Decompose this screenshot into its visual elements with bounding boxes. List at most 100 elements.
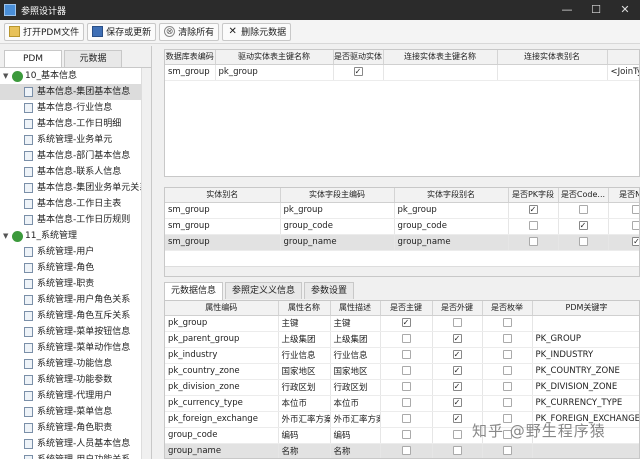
is-primary-key-checkbox[interactable] <box>401 366 411 375</box>
is-code-checkbox[interactable] <box>578 205 588 214</box>
tree-item[interactable]: 系统管理-功能信息 <box>0 356 151 372</box>
is-primary-key-checkbox[interactable] <box>401 334 411 343</box>
is-name-checkbox[interactable] <box>632 205 639 214</box>
column-header[interactable]: 属性编码 <box>165 301 279 316</box>
table-row[interactable]: group_name 名称 名称 <box>165 443 639 458</box>
maximize-button[interactable]: ☐ <box>582 0 610 20</box>
column-header[interactable]: 是否驱动实体 <box>333 50 384 65</box>
tree-item[interactable]: 系统管理-代理用户 <box>0 388 151 404</box>
tree-item[interactable]: 系统管理-用户功能关系 <box>0 452 151 459</box>
column-header[interactable]: 是否主键 <box>380 301 433 316</box>
is-name-checkbox[interactable] <box>632 221 639 230</box>
tree-scrollbar[interactable] <box>141 68 151 459</box>
tree-item[interactable]: 基本信息-工作日明细 <box>0 116 151 132</box>
field-table-hscroll[interactable] <box>165 266 639 276</box>
tab-metadata[interactable]: 元数据 <box>64 50 122 67</box>
tree-item[interactable]: 基本信息-集团业务单元关系 <box>0 180 151 196</box>
tree-item[interactable]: 基本信息-工作日历规则 <box>0 212 151 228</box>
tree-item[interactable]: 基本信息-行业信息 <box>0 100 151 116</box>
is-enum-checkbox[interactable] <box>502 446 512 455</box>
is-pk-checkbox[interactable] <box>528 221 538 230</box>
tree-item[interactable]: 系统管理-职责 <box>0 276 151 292</box>
is-foreign-key-checkbox[interactable]: ✓ <box>452 398 462 407</box>
is-enum-checkbox[interactable] <box>502 334 512 343</box>
column-header[interactable]: 实体字段主编码 <box>280 188 395 203</box>
is-enum-checkbox[interactable] <box>502 398 512 407</box>
tab-metadata-info[interactable]: 元数据信息 <box>164 282 224 300</box>
tree-item[interactable]: 基本信息-联系人信息 <box>0 164 151 180</box>
save-update-button[interactable]: 保存或更新 <box>87 22 157 41</box>
is-primary-key-checkbox[interactable] <box>401 382 411 391</box>
is-enum-checkbox[interactable] <box>502 350 512 359</box>
column-header[interactable]: 实体字段别名 <box>394 188 509 203</box>
tab-pdm[interactable]: PDM <box>4 50 62 67</box>
is-enum-checkbox[interactable] <box>502 366 512 375</box>
is-pk-checkbox[interactable]: ✓ <box>528 205 538 214</box>
close-button[interactable]: ✕ <box>611 0 639 20</box>
is-foreign-key-checkbox[interactable]: ✓ <box>452 350 462 359</box>
is-foreign-key-checkbox[interactable]: ✓ <box>452 334 462 343</box>
column-header[interactable]: 连 <box>607 50 639 65</box>
tree-item[interactable]: 系统管理-用户角色关系 <box>0 292 151 308</box>
is-foreign-key-checkbox[interactable] <box>452 318 462 327</box>
is-primary-key-checkbox[interactable] <box>401 398 411 407</box>
tree-item[interactable]: 系统管理-菜单动作信息 <box>0 340 151 356</box>
table-row[interactable]: pk_country_zone 国家地区 国家地区 ✓ PK_COUNTRY_ZONE <box>165 363 639 380</box>
column-header[interactable]: 是否Nam <box>608 188 639 203</box>
table-row[interactable]: sm_group group_name group_name ✓ <box>165 234 639 251</box>
table-row[interactable]: sm_grouppk_group ✓ <JoinTyp <box>165 64 639 81</box>
is-primary-key-checkbox[interactable] <box>401 350 411 359</box>
is-enum-checkbox[interactable] <box>502 382 512 391</box>
tree-item[interactable]: 基本信息-部门基本信息 <box>0 148 151 164</box>
column-header[interactable]: PDM关键字 <box>532 301 639 316</box>
tree-item[interactable]: 基本信息-工作日主表 <box>0 196 151 212</box>
is-primary-key-checkbox[interactable] <box>401 414 411 423</box>
open-pdm-button[interactable]: 打开PDM文件 <box>4 22 85 41</box>
table-row[interactable]: pk_currency_type 本位币 本位币 ✓ PK_CURRENCY_TYPE <box>165 395 639 412</box>
is-pk-checkbox[interactable] <box>528 237 538 246</box>
is-enum-checkbox[interactable] <box>502 318 512 327</box>
column-header[interactable]: 实体别名 <box>165 188 281 203</box>
column-header[interactable]: 连接实体表别名 <box>497 50 608 65</box>
table-row[interactable]: sm_group group_code group_code ✓ <box>165 218 639 235</box>
tree-item[interactable]: 基本信息-集团基本信息 <box>0 84 151 100</box>
tree-item[interactable]: 系统管理-角色互斥关系 <box>0 308 151 324</box>
is-primary-key-checkbox[interactable] <box>401 430 411 439</box>
expand-toggle-icon[interactable]: ▼ <box>3 228 12 244</box>
column-header[interactable]: 连接实体表主键名称 <box>383 50 498 65</box>
is-driver-checkbox[interactable]: ✓ <box>353 67 363 76</box>
tree-item[interactable]: 系统管理-角色 <box>0 260 151 276</box>
tree-item[interactable]: 系统管理-人员基本信息 <box>0 436 151 452</box>
column-header[interactable]: 是否Code... <box>558 188 609 203</box>
tree-item[interactable]: 系统管理-用户 <box>0 244 151 260</box>
is-foreign-key-checkbox[interactable]: ✓ <box>452 414 462 423</box>
column-header[interactable]: 是否PK字段 <box>508 188 559 203</box>
is-foreign-key-checkbox[interactable] <box>452 446 462 455</box>
is-foreign-key-checkbox[interactable]: ✓ <box>452 382 462 391</box>
tree-item[interactable]: 系统管理-业务单元 <box>0 132 151 148</box>
tree-item[interactable]: 系统管理-菜单按钮信息 <box>0 324 151 340</box>
column-header[interactable]: 属性名称 <box>278 301 331 316</box>
tab-parameter-settings[interactable]: 参数设置 <box>304 282 355 299</box>
delete-metadata-button[interactable]: ✕ 删除元数据 <box>222 22 292 41</box>
is-foreign-key-checkbox[interactable]: ✓ <box>452 366 462 375</box>
column-header[interactable]: 是否外键 <box>432 301 483 316</box>
column-header[interactable]: 驱动实体表主键名称 <box>215 50 334 65</box>
is-name-checkbox[interactable]: ✓ <box>632 237 639 246</box>
column-header[interactable]: 数据库表编码 <box>165 50 216 65</box>
table-row[interactable]: pk_group 主键 主键 ✓ <box>165 315 639 332</box>
is-primary-key-checkbox[interactable] <box>401 446 411 455</box>
table-row[interactable]: pk_parent_group 上级集团 上级集团 ✓ PK_GROUP <box>165 331 639 348</box>
expand-toggle-icon[interactable]: ▼ <box>3 68 12 84</box>
tab-reference-definition[interactable]: 参照定义义信息 <box>225 282 303 299</box>
clear-all-button[interactable]: ⊗ 清除所有 <box>159 22 220 41</box>
tree-item[interactable]: 系统管理-角色职责 <box>0 420 151 436</box>
is-code-checkbox[interactable] <box>578 237 588 246</box>
column-header[interactable]: 属性描述 <box>330 301 381 316</box>
table-row[interactable]: sm_group pk_group pk_group ✓ <box>165 202 639 219</box>
tree-group[interactable]: ▼ 11_系统管理 <box>0 228 151 244</box>
is-foreign-key-checkbox[interactable] <box>452 430 462 439</box>
minimize-button[interactable]: — <box>553 0 581 20</box>
tree-group[interactable]: ▼ 10_基本信息 <box>0 68 151 84</box>
tree-item[interactable]: 系统管理-菜单信息 <box>0 404 151 420</box>
